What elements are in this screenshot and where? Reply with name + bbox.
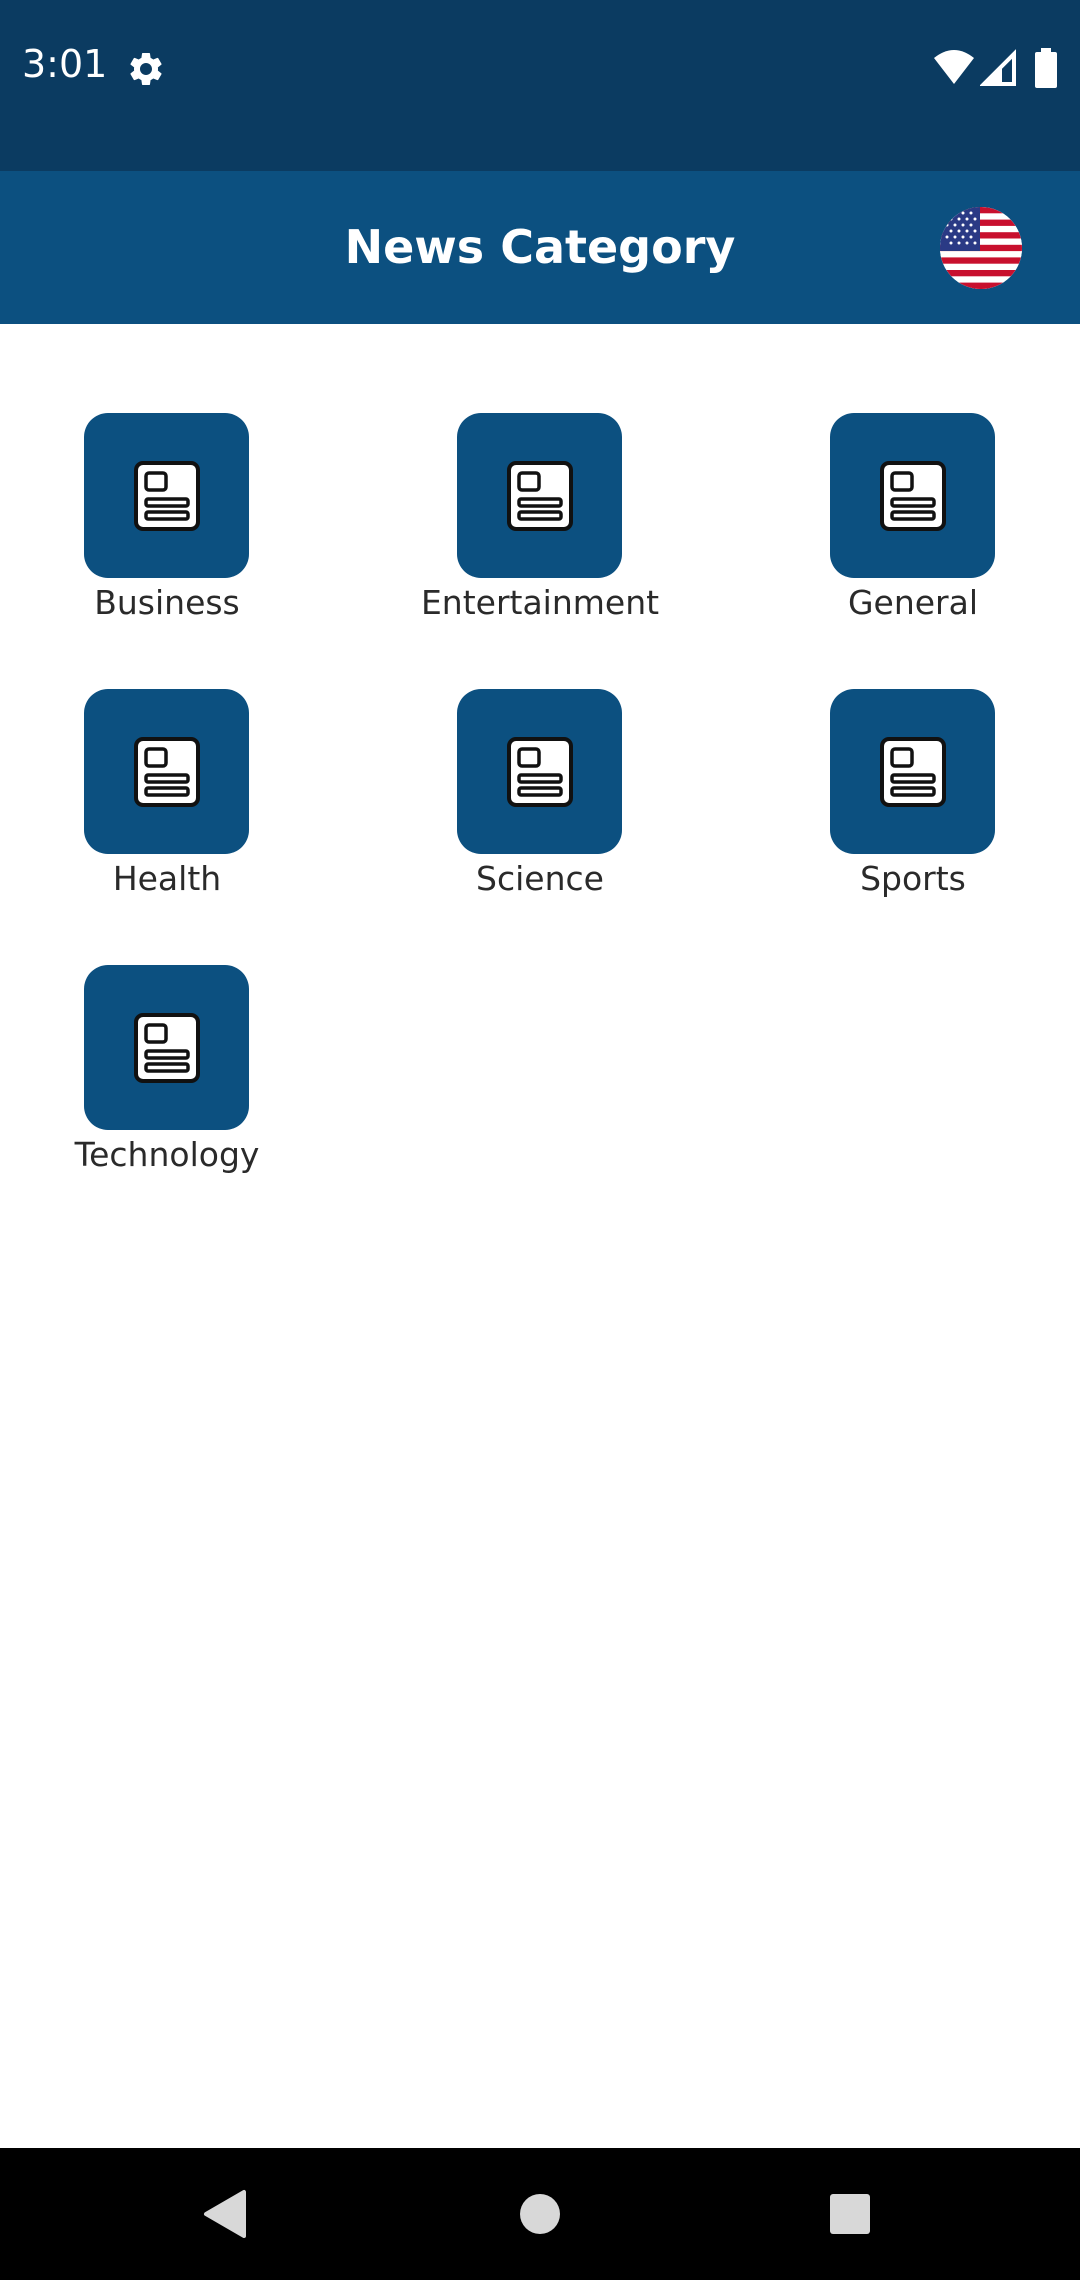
category-tile[interactable] xyxy=(84,965,249,1130)
app-bar: News Category xyxy=(0,171,1080,324)
category-business[interactable]: Business xyxy=(17,413,317,653)
category-tile[interactable] xyxy=(830,413,995,578)
category-tile[interactable] xyxy=(457,413,622,578)
category-tile[interactable] xyxy=(457,689,622,854)
newspaper-icon xyxy=(507,737,573,807)
category-science[interactable]: Science xyxy=(390,689,690,929)
page-title: News Category xyxy=(344,220,736,274)
newspaper-icon xyxy=(507,461,573,531)
signal-icon xyxy=(980,49,1016,86)
category-technology[interactable]: Technology xyxy=(17,965,317,1205)
newspaper-icon xyxy=(880,461,946,531)
category-label: Sports xyxy=(860,859,966,898)
us-flag-icon xyxy=(940,207,1022,289)
category-label: Health xyxy=(112,859,222,898)
home-button[interactable] xyxy=(480,2148,600,2280)
system-nav-bar xyxy=(0,2148,1080,2280)
category-sports[interactable]: Sports xyxy=(763,689,1063,929)
category-label: General xyxy=(847,583,979,622)
country-selector-button[interactable] xyxy=(940,207,1022,289)
gear-icon xyxy=(130,53,162,85)
category-label: Science xyxy=(476,859,604,898)
back-icon xyxy=(204,2190,246,2238)
back-button[interactable] xyxy=(166,2148,286,2280)
wifi-icon xyxy=(934,50,974,84)
category-label: Technology xyxy=(74,1135,260,1174)
recents-button[interactable] xyxy=(790,2148,910,2280)
category-tile[interactable] xyxy=(830,689,995,854)
battery-icon xyxy=(1035,48,1057,88)
category-label: Business xyxy=(94,583,240,622)
recents-icon xyxy=(830,2194,870,2234)
category-entertainment[interactable]: Entertainment xyxy=(390,413,690,653)
category-general[interactable]: General xyxy=(763,413,1063,653)
status-time: 3:01 xyxy=(22,42,108,86)
newspaper-icon xyxy=(134,737,200,807)
newspaper-icon xyxy=(134,1013,200,1083)
status-bar: 3:01 xyxy=(0,0,1080,171)
newspaper-icon xyxy=(880,737,946,807)
newspaper-icon xyxy=(134,461,200,531)
category-health[interactable]: Health xyxy=(17,689,317,929)
category-tile[interactable] xyxy=(84,689,249,854)
category-tile[interactable] xyxy=(84,413,249,578)
home-icon xyxy=(520,2194,560,2234)
category-label: Entertainment xyxy=(420,583,660,622)
